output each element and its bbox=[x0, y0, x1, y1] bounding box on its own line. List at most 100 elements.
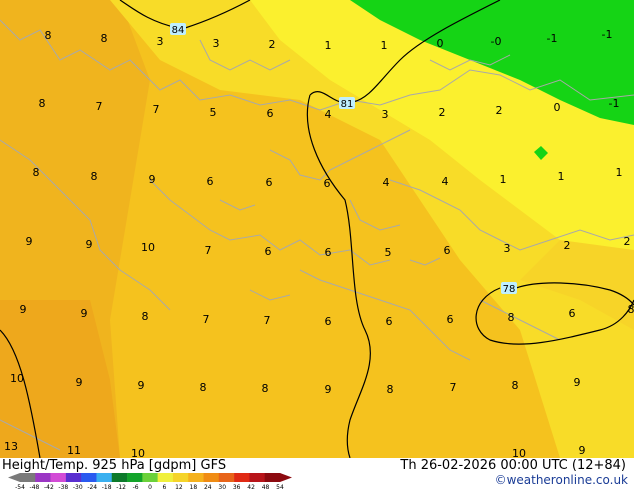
temp-label: 8 bbox=[101, 32, 108, 45]
contour-label: 84 bbox=[172, 25, 185, 36]
temp-label: 9 bbox=[138, 379, 145, 392]
contour-label: 81 bbox=[341, 99, 354, 110]
temp-label: 3 bbox=[382, 108, 389, 121]
temp-label: 13 bbox=[4, 440, 18, 453]
temp-label: 6 bbox=[325, 246, 332, 259]
color-scale-tick: 42 bbox=[247, 484, 255, 490]
temp-label: 9 bbox=[76, 376, 83, 389]
forecast-datetime: Th 26-02-2026 00:00 UTC (12+84) bbox=[400, 458, 626, 473]
temp-label: 9 bbox=[149, 173, 156, 186]
color-scale-swatch bbox=[249, 473, 265, 482]
color-scale-tick: 6 bbox=[163, 484, 167, 490]
color-scale-swatch bbox=[203, 473, 220, 482]
color-scale-swatch bbox=[172, 473, 189, 482]
temp-label: 1 bbox=[558, 170, 565, 183]
color-scale-tick: 36 bbox=[233, 484, 241, 490]
color-scale-swatch bbox=[264, 473, 281, 482]
temp-label: 6 bbox=[266, 176, 273, 189]
color-scale-swatch bbox=[20, 473, 36, 482]
color-scale-swatch bbox=[234, 473, 250, 482]
map-title: Height/Temp. 925 hPa [gdpm] GFS bbox=[2, 458, 227, 473]
color-scale-swatch bbox=[96, 473, 113, 482]
temp-label: 7 bbox=[153, 103, 160, 116]
temp-label: 4 bbox=[325, 108, 332, 121]
color-scale-tick: -12 bbox=[116, 484, 126, 490]
temp-label: 10 bbox=[10, 372, 24, 385]
color-scale-ticks: -54 -48 -42 -38 -30 -24 -18 -12 -6 0 6 12 18 24 30 36 42… bbox=[15, 484, 284, 490]
temp-label: 9 bbox=[26, 235, 33, 248]
color-scale-swatch bbox=[111, 473, 128, 482]
color-scale-swatch bbox=[127, 473, 143, 482]
temp-label: 2 bbox=[624, 235, 631, 248]
color-scale-tick: -48 bbox=[30, 484, 40, 490]
color-scale-arrow-left bbox=[8, 473, 20, 482]
temp-label: 8 bbox=[262, 382, 269, 395]
temp-label: 8 bbox=[200, 381, 207, 394]
color-scale: -54 -48 -42 -38 -30 -24 -18 -12 -6 0 6 12 18 24 30 36 42… bbox=[8, 473, 292, 490]
temp-label: 6 bbox=[265, 245, 272, 258]
temp-label: 7 bbox=[264, 314, 271, 327]
color-scale-swatch bbox=[35, 473, 51, 482]
temp-label: 9 bbox=[81, 307, 88, 320]
temp-label: 2 bbox=[564, 239, 571, 252]
temp-label: 3 bbox=[213, 37, 220, 50]
temp-label: 8 bbox=[508, 311, 515, 324]
temp-label: -0 bbox=[491, 35, 502, 48]
color-scale-tick: 30 bbox=[218, 484, 226, 490]
temp-label: 2 bbox=[496, 104, 503, 117]
temp-label: 7 bbox=[96, 100, 103, 113]
temp-label: 1 bbox=[325, 39, 332, 52]
temp-label: -1 bbox=[602, 28, 613, 41]
temp-label: 6 bbox=[267, 107, 274, 120]
temp-label: 6 bbox=[569, 307, 576, 320]
temp-label: 4 bbox=[442, 175, 449, 188]
temp-label: 11 bbox=[67, 444, 81, 457]
color-scale-tick: -30 bbox=[73, 484, 83, 490]
color-scale-swatches bbox=[8, 473, 292, 482]
color-scale-tick: 0 bbox=[148, 484, 152, 490]
temp-label: 9 bbox=[574, 376, 581, 389]
color-scale-swatch bbox=[142, 473, 158, 482]
contour-label: 78 bbox=[503, 284, 516, 295]
temp-label: 6 bbox=[324, 177, 331, 190]
color-scale-tick: 12 bbox=[175, 484, 183, 490]
color-scale-swatch bbox=[81, 473, 97, 482]
temp-label: 3 bbox=[157, 35, 164, 48]
color-scale-tick: 54 bbox=[276, 484, 284, 490]
color-scale-swatch bbox=[65, 473, 82, 482]
temp-label: 6 bbox=[207, 175, 214, 188]
color-scale-tick: -42 bbox=[44, 484, 54, 490]
temp-label: 8 bbox=[91, 170, 98, 183]
temp-label: 2 bbox=[439, 106, 446, 119]
color-scale-tick: -6 bbox=[133, 484, 139, 490]
color-scale-tick: -54 bbox=[15, 484, 25, 490]
color-scale-tick: -18 bbox=[102, 484, 112, 490]
temp-label: 8 bbox=[39, 97, 46, 110]
color-scale-swatch bbox=[157, 473, 174, 482]
temp-label: 3 bbox=[504, 242, 511, 255]
color-scale-swatch bbox=[50, 473, 67, 482]
temp-label: 8 bbox=[387, 383, 394, 396]
temp-label: -1 bbox=[547, 32, 558, 45]
site-credit[interactable]: ©weatheronline.co.uk bbox=[495, 473, 628, 487]
temp-label: 1 bbox=[381, 39, 388, 52]
color-scale-tick: 24 bbox=[204, 484, 212, 490]
temp-label: 10 bbox=[131, 447, 145, 458]
temp-label: 0 bbox=[437, 37, 444, 50]
color-scale-tick: -38 bbox=[58, 484, 68, 490]
color-scale-tick: 18 bbox=[190, 484, 198, 490]
temp-label: 6 bbox=[386, 315, 393, 328]
temp-label: 9 bbox=[579, 444, 586, 457]
temp-label: 9 bbox=[325, 383, 332, 396]
temp-label: -1 bbox=[609, 97, 620, 110]
temp-label: 6 bbox=[325, 315, 332, 328]
temp-label: 6 bbox=[444, 244, 451, 257]
temp-label: 7 bbox=[450, 381, 457, 394]
temp-label: 1 bbox=[500, 173, 507, 186]
temp-label: 5 bbox=[385, 246, 392, 259]
temp-label: 8 bbox=[628, 303, 634, 316]
temp-label: 5 bbox=[210, 106, 217, 119]
temp-label: 7 bbox=[205, 244, 212, 257]
temp-label: 8 bbox=[45, 29, 52, 42]
temp-label: 4 bbox=[383, 176, 390, 189]
